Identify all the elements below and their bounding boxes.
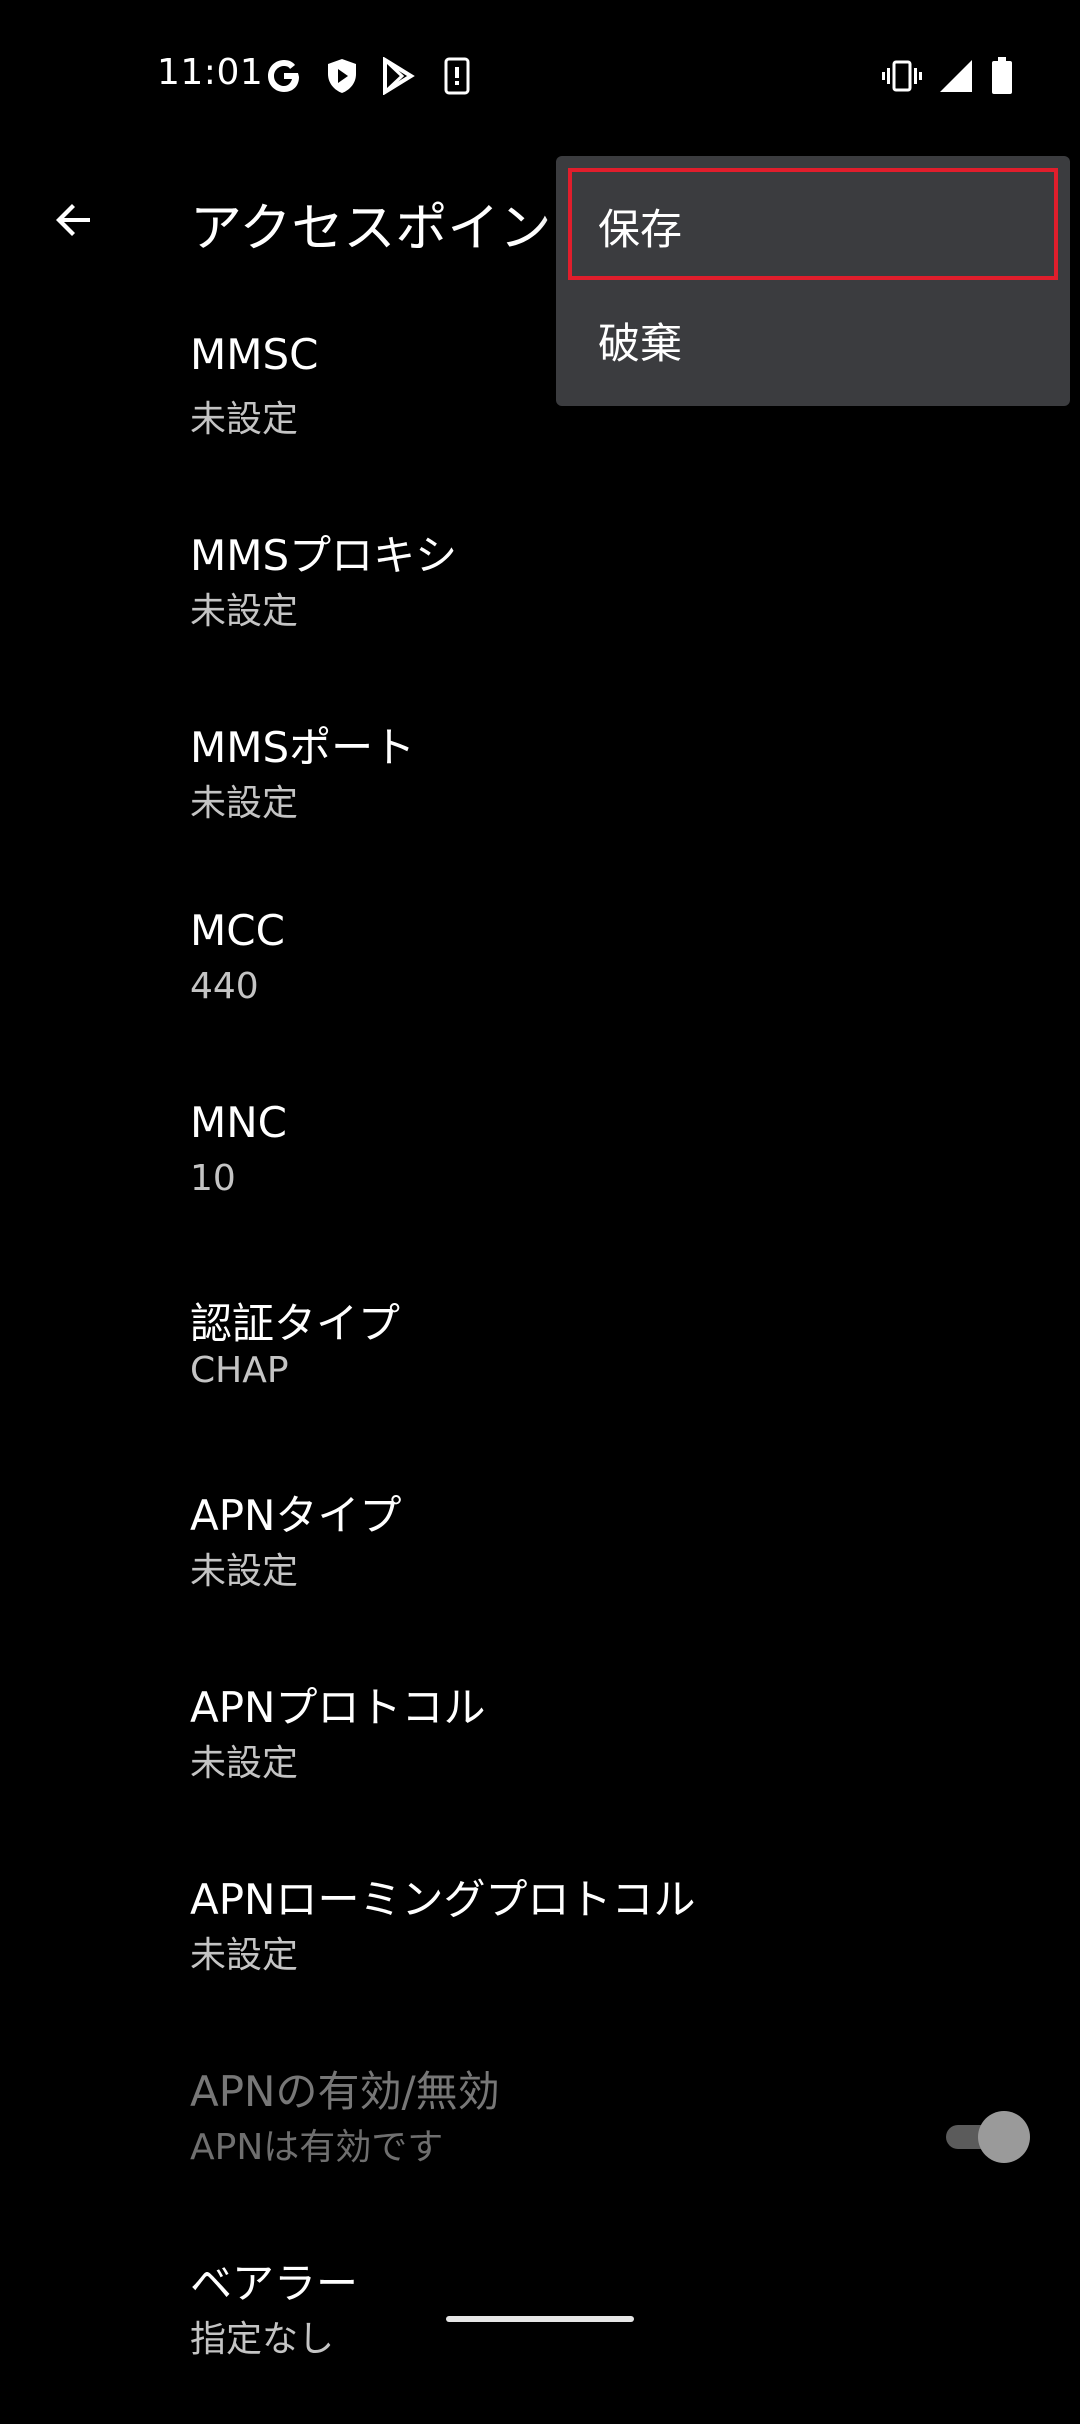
- item-title: APNタイプ: [190, 1491, 402, 1540]
- item-summary: 未設定: [190, 1551, 299, 1592]
- item-summary: 未設定: [190, 783, 299, 824]
- google-icon: [264, 54, 304, 98]
- play-store-icon: [378, 54, 418, 98]
- menu-item-label: 保存: [598, 205, 683, 254]
- item-title: MCC: [190, 906, 285, 955]
- gesture-nav-handle[interactable]: [446, 2316, 634, 2322]
- item-title: MMSプロキシ: [190, 531, 458, 580]
- battery-icon: [986, 54, 1018, 98]
- apn-enable-toggle[interactable]: [944, 2108, 1030, 2164]
- list-item-mcc[interactable]: MCC 440: [0, 888, 1080, 1080]
- status-time: 11:01: [157, 52, 264, 93]
- list-item-apn-protocol[interactable]: APNプロトコル 未設定: [0, 1656, 1080, 1848]
- item-title: APNプロトコル: [190, 1683, 486, 1732]
- list-item-apn-enable[interactable]: APNの有効/無効 APNは有効です: [0, 2040, 1080, 2232]
- list-item-mnc[interactable]: MNC 10: [0, 1080, 1080, 1272]
- signal-icon: [936, 54, 976, 98]
- list-item-mms-port[interactable]: MMSポート 未設定: [0, 696, 1080, 888]
- list-item-mms-proxy[interactable]: MMSプロキシ 未設定: [0, 504, 1080, 696]
- shield-play-icon: [324, 54, 360, 98]
- overflow-menu: 保存 破棄: [556, 156, 1070, 406]
- vibrate-icon: [880, 54, 924, 98]
- item-title: MNC: [190, 1098, 287, 1147]
- item-title: ベアラー: [190, 2259, 359, 2308]
- arrow-back-icon: [56, 204, 90, 236]
- list-item-apn-type[interactable]: APNタイプ 未設定: [0, 1464, 1080, 1656]
- item-summary: 未設定: [190, 591, 299, 632]
- list-item-bearer[interactable]: ベアラー 指定なし: [0, 2232, 1080, 2424]
- item-title: APNローミングプロトコル: [190, 1875, 696, 1924]
- device-icon: [440, 54, 474, 98]
- page-title: アクセスポイン: [190, 199, 552, 259]
- item-summary: 未設定: [190, 399, 299, 440]
- item-summary: 未設定: [190, 1935, 299, 1976]
- item-title: APNの有効/無効: [190, 2067, 500, 2116]
- back-button[interactable]: [42, 188, 106, 252]
- toggle-thumb: [978, 2111, 1030, 2163]
- apn-settings-list: MMSC 未設定 MMSプロキシ 未設定 MMSポート 未設定 MCC 440 …: [0, 312, 1080, 2424]
- item-title: MMSC: [190, 330, 319, 379]
- item-summary: 10: [190, 1158, 236, 1199]
- item-summary: 未設定: [190, 1743, 299, 1784]
- menu-item-discard[interactable]: 破棄: [556, 282, 1070, 394]
- item-summary: APNは有効です: [190, 2127, 444, 2168]
- list-item-auth-type[interactable]: 認証タイプ CHAP: [0, 1272, 1080, 1464]
- item-title: MMSポート: [190, 723, 416, 772]
- item-summary: 440: [190, 966, 259, 1007]
- item-title: 認証タイプ: [190, 1299, 401, 1348]
- item-summary: 指定なし: [190, 2319, 335, 2360]
- list-item-apn-roaming-protocol[interactable]: APNローミングプロトコル 未設定: [0, 1848, 1080, 2040]
- status-bar: 11:01: [0, 0, 1080, 150]
- menu-item-label: 破棄: [598, 319, 683, 368]
- item-summary: CHAP: [190, 1350, 289, 1391]
- menu-item-save[interactable]: 保存: [568, 168, 1058, 280]
